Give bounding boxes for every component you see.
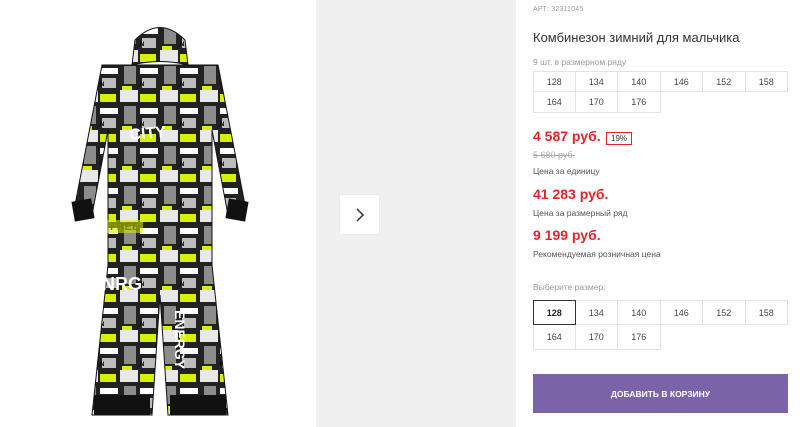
- unit-price-caption: Цена за единицу: [533, 166, 600, 176]
- product-title: Комбинезон зимний для мальчика: [533, 30, 740, 45]
- chevron-right-icon: [355, 207, 364, 222]
- size-option[interactable]: 158: [745, 300, 788, 325]
- size-range-cell: 134: [575, 71, 618, 92]
- next-image-button[interactable]: [340, 195, 379, 234]
- size-range-grid: 128 134 140 146 152 158 164 170 176: [533, 71, 788, 113]
- size-option[interactable]: 134: [575, 300, 618, 325]
- retail-price-caption: Рекомендуемая розничная цена: [533, 249, 661, 259]
- choose-size-label: Выберите размер:: [533, 282, 606, 292]
- product-info: АРТ: 32311045 Комбинезон зимний для маль…: [533, 0, 800, 427]
- range-price-caption: Цена за размерный ряд: [533, 208, 628, 218]
- size-option[interactable]: 146: [660, 300, 703, 325]
- size-range-cell: 152: [703, 71, 746, 92]
- product-image[interactable]: N CITY FREE ENERGY NRG: [40, 10, 280, 420]
- print-text-city: CITY: [129, 124, 167, 144]
- product-image-area: N CITY FREE ENERGY NRG: [0, 0, 316, 427]
- size-option[interactable]: 164: [533, 325, 576, 350]
- size-count-label: 9 шт. в размерном ряду: [533, 57, 627, 67]
- size-option[interactable]: 140: [618, 300, 661, 325]
- size-option-selected[interactable]: 128: [533, 300, 576, 325]
- unit-price: 4 587 руб.: [533, 128, 601, 144]
- size-selector: 128 134 140 146 152 158 164 170 176: [533, 300, 788, 350]
- old-price: 5 680 руб.: [533, 150, 576, 160]
- size-option[interactable]: 176: [618, 325, 661, 350]
- retail-price: 9 199 руб.: [533, 227, 601, 243]
- size-option[interactable]: 152: [703, 300, 746, 325]
- article-code: АРТ: 32311045: [533, 6, 584, 13]
- print-text-nrg: NRG: [102, 274, 142, 294]
- size-range-cell: 128: [533, 71, 576, 92]
- size-range-cell: 140: [618, 71, 661, 92]
- discount-badge: 19%: [606, 132, 633, 145]
- size-range-cell: 170: [575, 92, 618, 113]
- size-range-cell: 146: [660, 71, 703, 92]
- print-text-energy: ENERGY: [172, 310, 188, 370]
- size-range-cell: 164: [533, 92, 576, 113]
- add-to-cart-button[interactable]: ДОБАВИТЬ В КОРЗИНУ: [533, 374, 788, 413]
- range-price: 41 283 руб.: [533, 186, 609, 202]
- size-option[interactable]: 170: [575, 325, 618, 350]
- size-range-cell: 158: [745, 71, 788, 92]
- size-range-cell: 176: [618, 92, 661, 113]
